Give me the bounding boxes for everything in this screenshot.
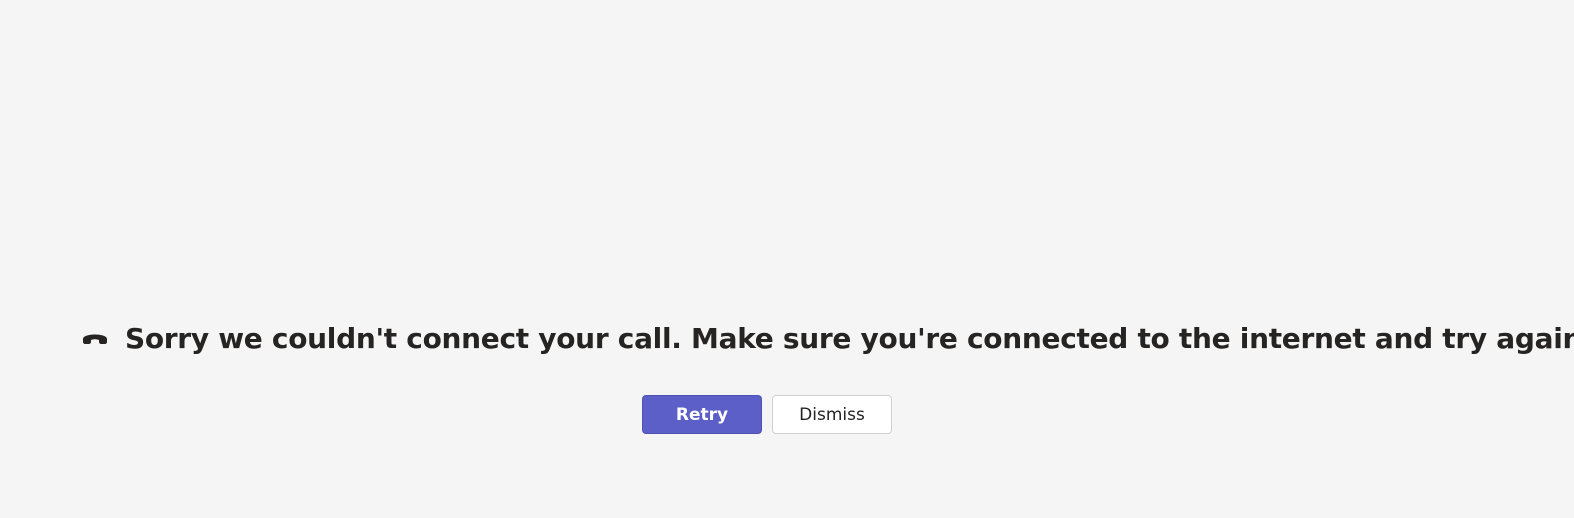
retry-button[interactable]: Retry	[642, 395, 762, 434]
call-error-message-row: Sorry we couldn't connect your call. Mak…	[81, 318, 1574, 358]
phone-hangup-icon	[81, 330, 109, 348]
dismiss-button[interactable]: Dismiss	[772, 395, 892, 434]
action-buttons: Retry Dismiss	[642, 395, 892, 434]
error-message: Sorry we couldn't connect your call. Mak…	[125, 321, 1574, 355]
